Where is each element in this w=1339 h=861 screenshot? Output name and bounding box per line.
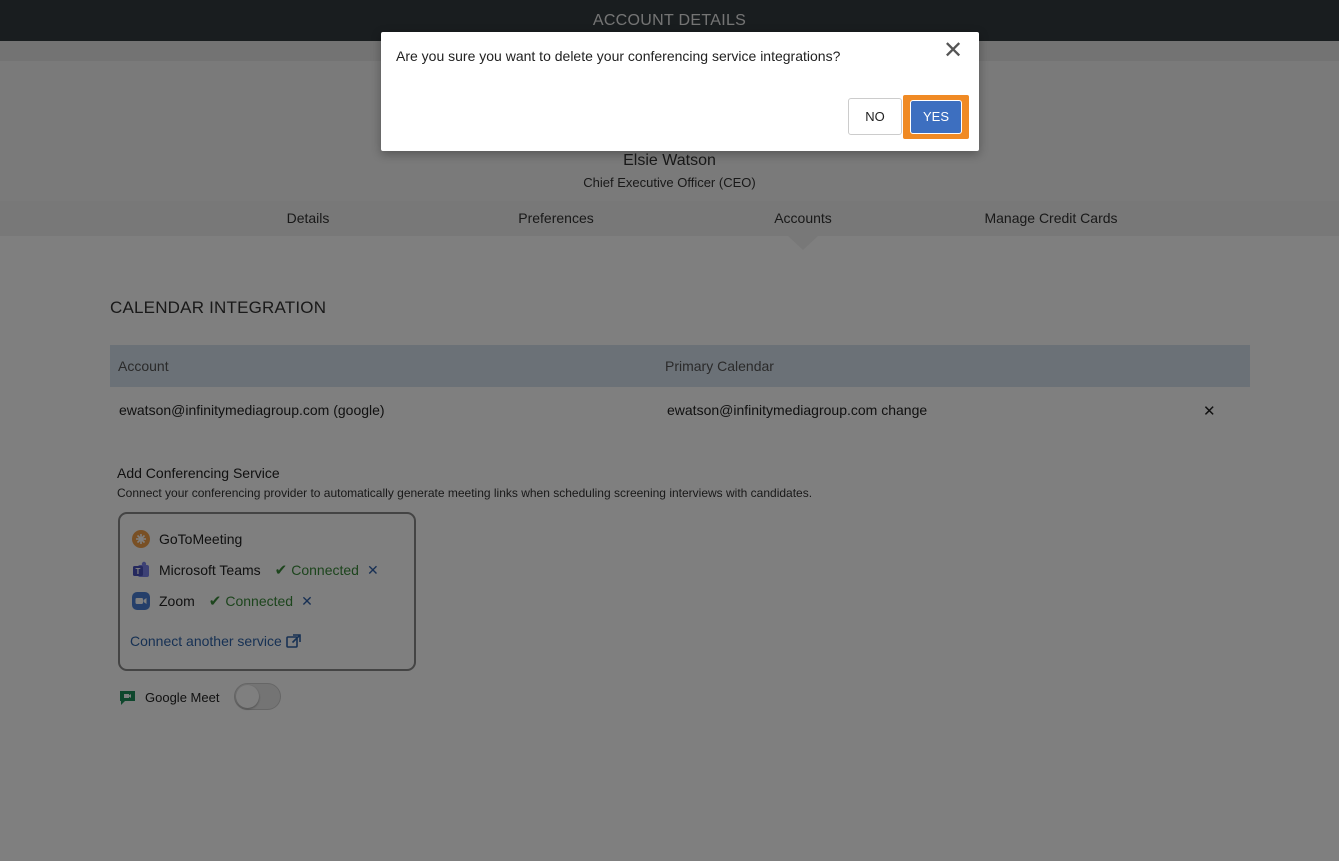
close-icon[interactable]: ✕: [943, 38, 963, 64]
no-button[interactable]: NO: [848, 98, 902, 135]
confirm-delete-dialog: Are you sure you want to delete your con…: [381, 32, 979, 151]
yes-button[interactable]: YES: [910, 100, 962, 134]
dialog-message: Are you sure you want to delete your con…: [396, 48, 841, 64]
yes-button-highlight: YES: [903, 95, 969, 139]
